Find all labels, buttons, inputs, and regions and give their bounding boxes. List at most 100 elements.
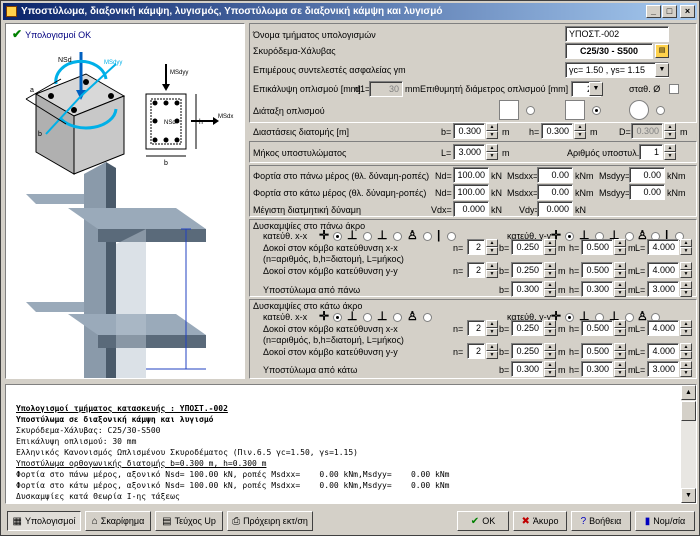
beam-count-input[interactable]: 2	[467, 320, 485, 336]
h-spinner[interactable]: ▲ ▼	[574, 123, 586, 139]
beam-count-input[interactable]: 2	[467, 239, 485, 255]
top-yy-radio-3[interactable]	[625, 232, 634, 241]
beam-L-spinner[interactable]: ▲ ▼	[680, 320, 692, 336]
beam-L-spinner[interactable]: ▲ ▼	[680, 281, 692, 297]
count-input[interactable]: 1	[639, 144, 663, 160]
beam-b-spinner[interactable]: ▲ ▼	[544, 320, 556, 336]
beam-L-spinner[interactable]: ▲ ▼	[680, 361, 692, 377]
bot-xx-radio-4[interactable]	[423, 313, 432, 322]
nd-top-input[interactable]: 100.00	[453, 167, 489, 183]
beam-L-input[interactable]: 3.000	[647, 281, 679, 297]
calc-button[interactable]: ▦ Υπολογισμοί	[7, 511, 81, 531]
beam-count-spinner[interactable]: ▲ ▼	[486, 239, 498, 255]
draft-print-button[interactable]: ⎙ Πρόχειρη εκτ/ση	[227, 511, 313, 531]
top-xx-radio-1[interactable]	[333, 232, 342, 241]
beam-h-spinner[interactable]: ▲ ▼	[614, 239, 626, 255]
scroll-thumb[interactable]	[681, 401, 696, 421]
beam-count-spinner[interactable]: ▲ ▼	[486, 320, 498, 336]
beam-b-spinner[interactable]: ▲ ▼	[544, 361, 556, 377]
beam-h-spinner[interactable]: ▲ ▼	[614, 281, 626, 297]
msdyy-top-input[interactable]: 0.00	[629, 167, 665, 183]
beam-L-spinner[interactable]: ▲ ▼	[680, 239, 692, 255]
top-xx-radio-3[interactable]	[393, 232, 402, 241]
msdxx-bot-input[interactable]: 0.00	[537, 184, 573, 200]
help-button[interactable]: ? Βοήθεια	[571, 511, 631, 531]
beam-L-spinner[interactable]: ▲ ▼	[680, 343, 692, 359]
beam-h-spinner[interactable]: ▲ ▼	[614, 320, 626, 336]
minimize-button[interactable]: _	[646, 5, 661, 18]
beam-h-input[interactable]: 0.500	[581, 239, 613, 255]
beam-count-spinner[interactable]: ▲ ▼	[486, 343, 498, 359]
length-input[interactable]: 3.000	[453, 144, 485, 160]
beam-L-spinner[interactable]: ▲ ▼	[680, 262, 692, 278]
beam-b-spinner[interactable]: ▲ ▼	[544, 262, 556, 278]
output-scrollbar[interactable]: ▲ ▼	[681, 385, 696, 503]
beam-b-spinner[interactable]: ▲ ▼	[544, 343, 556, 359]
msdyy-bot-input[interactable]: 0.00	[629, 184, 665, 200]
bot-xx-radio-2[interactable]	[363, 313, 372, 322]
report-button[interactable]: ▤ Τεύχος Up	[155, 511, 223, 531]
beam-h-spinner[interactable]: ▲ ▼	[614, 361, 626, 377]
beam-b-input[interactable]: 0.250	[511, 320, 543, 336]
beam-b-input[interactable]: 0.300	[511, 281, 543, 297]
safety-select[interactable]: γc= 1.50 , γs= 1.15	[565, 62, 669, 78]
D-spinner[interactable]: ▲ ▼	[664, 123, 676, 139]
beam-count-spinner[interactable]: ▲ ▼	[486, 262, 498, 278]
beam-b-input[interactable]: 0.250	[511, 343, 543, 359]
beam-h-input[interactable]: 0.500	[581, 320, 613, 336]
vdy-input[interactable]: 0.000	[537, 201, 573, 217]
scroll-up-icon[interactable]: ▲	[681, 385, 696, 400]
beam-h-input[interactable]: 0.500	[581, 262, 613, 278]
results-output[interactable]: Υπολογισμοί τμήματος κατασκευής : ΥΠΟΣΤ.…	[5, 384, 697, 504]
bot-yy-radio-1[interactable]	[565, 313, 574, 322]
chevron-down-icon[interactable]: ▼	[589, 82, 603, 96]
beam-b-spinner[interactable]: ▲ ▼	[544, 239, 556, 255]
units-button[interactable]: ▮ Νομ/σία	[635, 511, 695, 531]
vdx-input[interactable]: 0.000	[453, 201, 489, 217]
msdxx-top-input[interactable]: 0.00	[537, 167, 573, 183]
beam-b-spinner[interactable]: ▲ ▼	[544, 281, 556, 297]
beam-L-input[interactable]: 4.000	[647, 239, 679, 255]
scroll-down-icon[interactable]: ▼	[681, 488, 696, 503]
chevron-down-icon[interactable]: ▼	[655, 63, 669, 77]
beam-count-input[interactable]: 2	[467, 262, 485, 278]
beam-count-input[interactable]: 2	[467, 343, 485, 359]
beam-h-input[interactable]: 0.300	[581, 361, 613, 377]
bot-xx-radio-3[interactable]	[393, 313, 402, 322]
beam-b-input[interactable]: 0.250	[511, 262, 543, 278]
material-input[interactable]: C25/30 - S500	[565, 43, 653, 59]
const-diam-checkbox[interactable]	[669, 84, 679, 94]
b-input[interactable]: 0.300	[453, 123, 485, 139]
beam-L-input[interactable]: 4.000	[647, 262, 679, 278]
bot-xx-radio-1[interactable]	[333, 313, 342, 322]
arrangement-radio-3[interactable]	[656, 106, 665, 115]
top-xx-radio-2[interactable]	[363, 232, 372, 241]
beam-L-input[interactable]: 4.000	[647, 320, 679, 336]
maximize-button[interactable]: □	[662, 5, 677, 18]
top-yy-radio-1[interactable]	[565, 232, 574, 241]
length-spinner[interactable]: ▲ ▼	[486, 144, 498, 160]
close-button[interactable]: ×	[680, 5, 695, 18]
top-xx-radio-5[interactable]	[447, 232, 456, 241]
beam-h-spinner[interactable]: ▲ ▼	[614, 262, 626, 278]
arrangement-radio-1[interactable]	[526, 106, 535, 115]
beam-L-input[interactable]: 3.000	[647, 361, 679, 377]
material-picker-icon[interactable]: ▤	[655, 44, 669, 58]
bot-yy-radio-3[interactable]	[625, 313, 634, 322]
beam-h-spinner[interactable]: ▲ ▼	[614, 343, 626, 359]
beam-b-input[interactable]: 0.250	[511, 239, 543, 255]
sketch-button[interactable]: ⌂ Σκαρίφημα	[85, 511, 151, 531]
d1-input[interactable]: 30	[369, 81, 403, 97]
h-input[interactable]: 0.300	[541, 123, 573, 139]
beam-b-input[interactable]: 0.300	[511, 361, 543, 377]
arrangement-radio-2[interactable]	[592, 106, 601, 115]
count-spinner[interactable]: ▲ ▼	[664, 144, 676, 160]
b-spinner[interactable]: ▲ ▼	[486, 123, 498, 139]
beam-h-input[interactable]: 0.300	[581, 281, 613, 297]
D-input[interactable]: 0.300	[631, 123, 663, 139]
ok-button[interactable]: ✔ ΟΚ	[457, 511, 509, 531]
beam-h-input[interactable]: 0.500	[581, 343, 613, 359]
beam-L-input[interactable]: 4.000	[647, 343, 679, 359]
name-input[interactable]: ΥΠΟΣΤ.-002	[565, 26, 669, 42]
nd-bot-input[interactable]: 100.00	[453, 184, 489, 200]
